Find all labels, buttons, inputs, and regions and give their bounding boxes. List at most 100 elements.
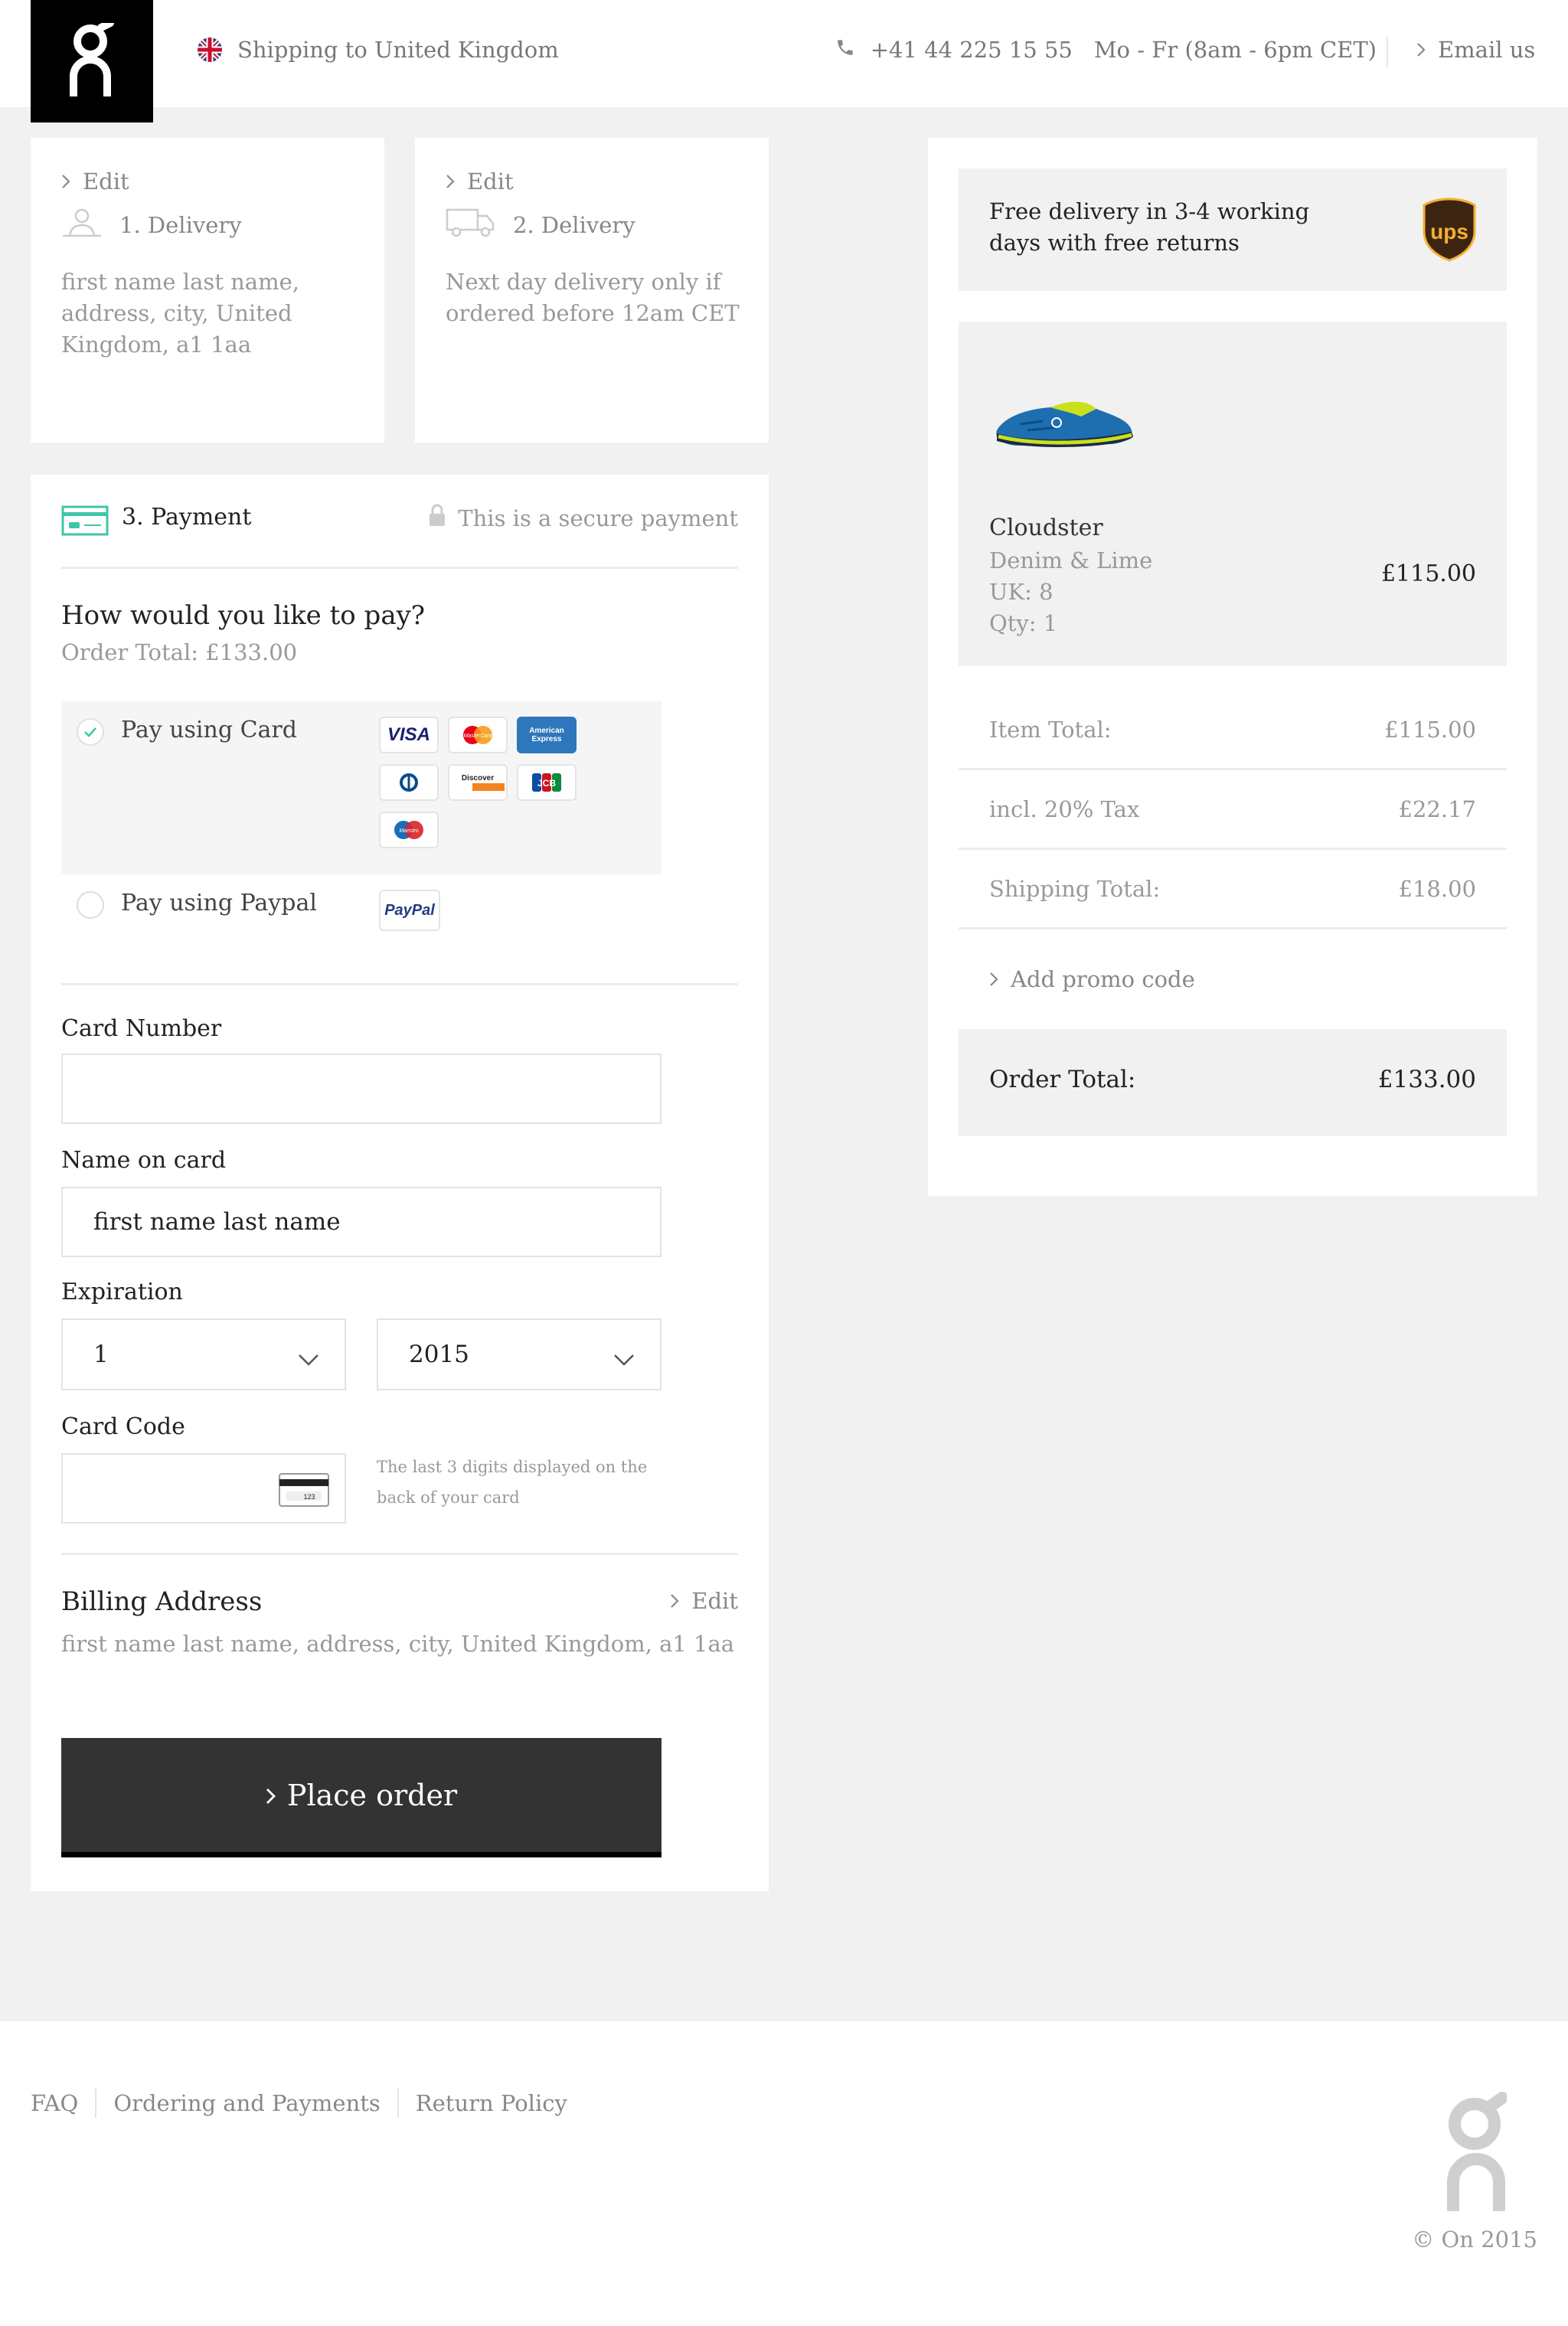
expiration-month-select[interactable]: 1 xyxy=(61,1318,346,1390)
expiration-label: Expiration xyxy=(61,1279,183,1305)
svg-text:JCB: JCB xyxy=(537,778,556,789)
footer-link-ordering[interactable]: Ordering and Payments xyxy=(113,2090,380,2116)
divider xyxy=(61,1553,738,1555)
maestro-logo: Maestro xyxy=(379,812,439,848)
shipping-text: Shipping to United Kingdom xyxy=(237,37,559,63)
delivery-address-panel: Edit 1. Delivery first name last name, a… xyxy=(31,138,384,443)
email-us-label: Email us xyxy=(1438,37,1536,63)
ups-logo: ups xyxy=(1423,198,1476,265)
chevron-down-icon xyxy=(297,1346,320,1374)
expiration-year-value: 2015 xyxy=(409,1341,469,1368)
uk-flag-icon xyxy=(198,38,222,62)
shipping-destination[interactable]: Shipping to United Kingdom xyxy=(198,37,559,63)
item-total-row: Item Total: £115.00 xyxy=(959,691,1507,770)
tax-row: incl. 20% Tax £22.17 xyxy=(959,770,1507,850)
delivery-info-box: Free delivery in 3-4 working days with f… xyxy=(959,168,1507,291)
chevron-right-icon xyxy=(989,966,998,992)
chevron-right-icon xyxy=(61,168,70,194)
delivery-step-1: 1. Delivery xyxy=(61,207,242,243)
contact-phone: +41 44 225 15 55 Mo - Fr (8am - 6pm CET) xyxy=(835,37,1377,63)
place-order-button[interactable]: Place order xyxy=(61,1738,662,1857)
product-size: UK: 8 xyxy=(989,579,1054,605)
person-location-icon xyxy=(61,207,103,243)
item-total-label: Item Total: xyxy=(989,717,1112,743)
jcb-logo: JCB xyxy=(517,764,577,801)
svg-text:ups: ups xyxy=(1430,220,1468,243)
chevron-down-icon xyxy=(612,1346,635,1374)
promo-label: Add promo code xyxy=(1011,966,1195,992)
on-footer-logo xyxy=(1446,2092,1508,2216)
order-total-label: Order Total: xyxy=(989,1066,1136,1093)
name-on-card-label: Name on card xyxy=(61,1147,227,1174)
mastercard-logo: MasterCard xyxy=(448,717,508,753)
order-total-box: Order Total: £133.00 xyxy=(959,1029,1507,1136)
edit-label: Edit xyxy=(83,168,129,194)
card-code-input[interactable]: 123 xyxy=(61,1453,346,1524)
product-name: Cloudster xyxy=(989,515,1103,541)
free-delivery-text: Free delivery in 3-4 working days with f… xyxy=(989,198,1310,256)
payment-question: How would you like to pay? xyxy=(61,600,426,631)
chevron-right-icon xyxy=(670,1588,679,1614)
product-qty: Qty: 1 xyxy=(989,610,1058,636)
secure-payment-text: This is a secure payment xyxy=(458,505,738,531)
tax-value: £22.17 xyxy=(1398,796,1476,822)
edit-label: Edit xyxy=(691,1588,738,1614)
pay-paypal-radio[interactable] xyxy=(77,891,104,919)
shipping-total-label: Shipping Total: xyxy=(989,876,1161,902)
shipping-total-value: £18.00 xyxy=(1398,876,1476,902)
product-price: £115.00 xyxy=(1380,560,1476,587)
card-number-label: Card Number xyxy=(61,1015,222,1042)
footer-link-faq[interactable]: FAQ xyxy=(31,2090,78,2116)
step-title: 2. Delivery xyxy=(513,211,635,238)
amex-logo: American Express xyxy=(517,717,577,753)
site-header: Shipping to United Kingdom +41 44 225 15… xyxy=(0,0,1568,107)
phone-number[interactable]: +41 44 225 15 55 xyxy=(871,37,1073,63)
pay-by-card-option[interactable]: Pay using Card VISA MasterCard American … xyxy=(61,701,662,874)
pay-card-label: Pay using Card xyxy=(121,717,297,743)
checkmark-icon xyxy=(84,727,96,737)
card-number-input[interactable] xyxy=(61,1054,662,1124)
add-promo-code-link[interactable]: Add promo code xyxy=(989,966,1195,992)
tax-label: incl. 20% Tax xyxy=(989,796,1140,822)
billing-edit-link[interactable]: Edit xyxy=(670,1588,738,1614)
delivery-method-edit-link[interactable]: Edit xyxy=(446,168,514,194)
product-details: Denim & Lime UK: 8 Qty: 1 xyxy=(989,545,1152,639)
phone-icon xyxy=(835,37,855,63)
delivery-step-2: 2. Delivery xyxy=(446,207,635,243)
secure-payment-note: This is a secure payment xyxy=(429,504,738,532)
delivery-address-text: first name last name, address, city, Uni… xyxy=(61,269,299,358)
product-color: Denim & Lime xyxy=(989,547,1153,573)
footer-divider xyxy=(397,2089,399,2118)
name-on-card-input[interactable]: first name last name xyxy=(61,1187,662,1257)
divider xyxy=(61,567,738,569)
chevron-right-icon xyxy=(1416,37,1426,63)
payment-order-total: Order Total: £133.00 xyxy=(61,639,298,665)
card-code-hint: The last 3 digits displayed on the back … xyxy=(377,1458,648,1507)
footer-link-returns[interactable]: Return Policy xyxy=(416,2090,567,2116)
order-total-value: £133.00 xyxy=(1377,1066,1476,1093)
shipping-total-row: Shipping Total: £18.00 xyxy=(959,850,1507,929)
delivery-address-edit-link[interactable]: Edit xyxy=(61,168,129,194)
svg-text:MasterCard: MasterCard xyxy=(464,733,493,739)
discover-logo: Discover xyxy=(448,764,508,801)
header-divider xyxy=(1387,37,1388,67)
edit-label: Edit xyxy=(467,168,514,194)
email-us-link[interactable]: Email us xyxy=(1416,37,1535,63)
on-logo[interactable] xyxy=(31,0,153,123)
svg-text:Maestro: Maestro xyxy=(399,828,418,834)
opening-hours: Mo - Fr (8am - 6pm CET) xyxy=(1093,37,1377,63)
shoe-image xyxy=(989,386,1142,466)
billing-address-title: Billing Address xyxy=(61,1586,263,1617)
chevron-right-icon xyxy=(266,1779,276,1812)
order-summary-panel: Free delivery in 3-4 working days with f… xyxy=(928,138,1537,1196)
pay-by-paypal-option[interactable]: Pay using Paypal PayPal xyxy=(61,874,662,943)
truck-icon xyxy=(446,207,496,243)
copyright: © On 2015 xyxy=(1412,2226,1537,2252)
expiration-year-select[interactable]: 2015 xyxy=(377,1318,662,1390)
visa-logo: VISA xyxy=(379,717,439,753)
chevron-right-icon xyxy=(446,168,455,194)
card-back-icon: 123 xyxy=(279,1473,329,1513)
pay-card-radio[interactable] xyxy=(77,718,104,746)
delivery-method-text: Next day delivery only if ordered before… xyxy=(446,269,740,326)
payment-step-title: 3. Payment xyxy=(122,504,252,531)
